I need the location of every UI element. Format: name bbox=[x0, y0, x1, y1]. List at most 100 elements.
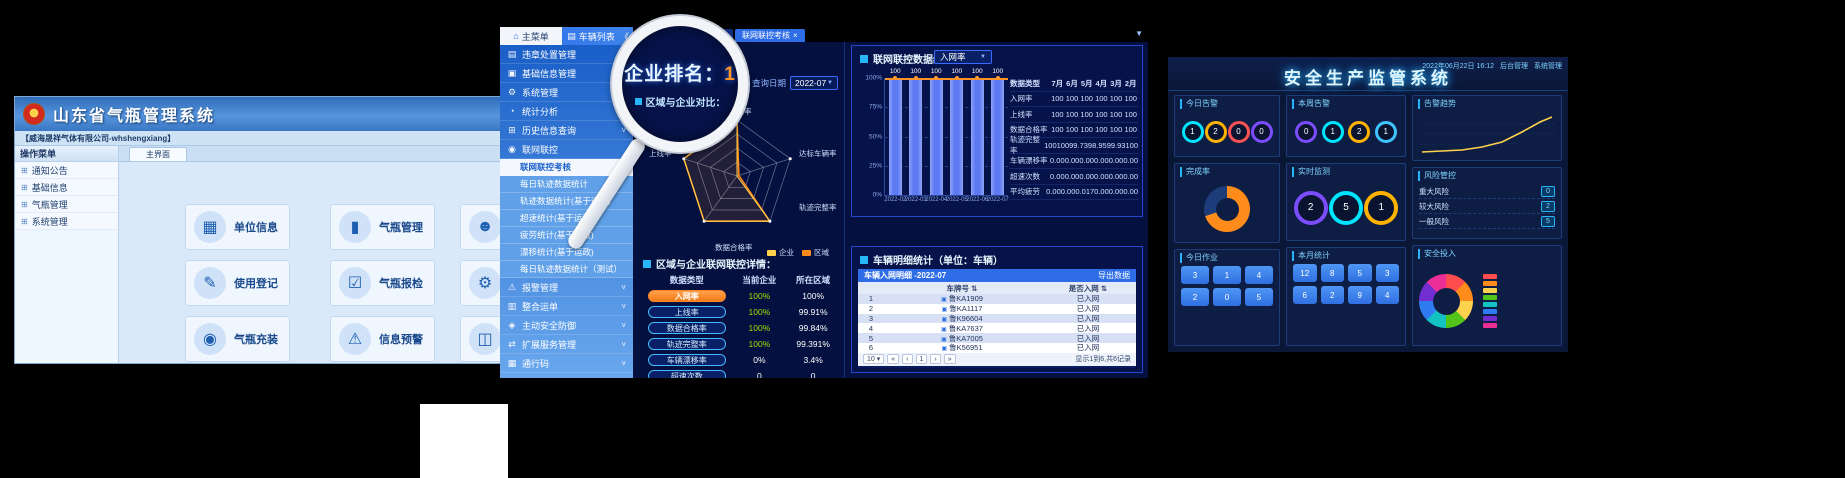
fill-icon: ◉ bbox=[194, 323, 226, 355]
sidebar-item-报警管理[interactable]: ⚠报警管理˅ bbox=[500, 278, 633, 297]
x-tick: 2022-05 bbox=[946, 197, 968, 203]
submenu-item-疲劳统计(基于运政)[interactable]: 疲劳统计(基于运政) bbox=[500, 227, 633, 244]
expand-plus-icon[interactable]: ⊞ bbox=[21, 166, 28, 175]
tab-main-screen[interactable]: 主界面 bbox=[129, 147, 187, 161]
first-page-button[interactable]: « bbox=[887, 354, 899, 364]
tile-气瓶充装[interactable]: ◉气瓶充装 bbox=[185, 316, 290, 362]
metric-pill-车辆漂移率[interactable]: 车辆漂移率 bbox=[648, 354, 726, 366]
kpi-chip[interactable]: 6 bbox=[1293, 286, 1317, 304]
sidebar-item-违章处置管理[interactable]: ▤违章处置管理˅ bbox=[500, 45, 633, 64]
expand-plus-icon[interactable]: ⊞ bbox=[21, 217, 28, 226]
kpi-chip[interactable]: 8 bbox=[1321, 264, 1345, 282]
y-tick: 50% bbox=[862, 133, 882, 140]
panel-vehicle-detail: 车辆明细统计（单位：车辆） 车辆入网明细 -2022-07 导出数据 车牌号 ⇅… bbox=[851, 246, 1143, 373]
sidebar-item-联网联控[interactable]: ◉联网联控 bbox=[500, 140, 633, 159]
submenu-item-漂移统计(基于运政)[interactable]: 漂移统计(基于运政) bbox=[500, 244, 633, 261]
kpi-chip[interactable]: 2 bbox=[1321, 286, 1345, 304]
sidebar-item-主动安全防御[interactable]: ◈主动安全防御˅ bbox=[500, 316, 633, 335]
kpi-chip[interactable]: 9 bbox=[1348, 286, 1372, 304]
bar-value-label: 100 bbox=[910, 68, 921, 75]
metric-pill-入网率[interactable]: 入网率 bbox=[648, 290, 726, 302]
kpi-chip[interactable]: 1 bbox=[1213, 266, 1241, 284]
tile-cut-0[interactable]: ☻ bbox=[460, 204, 503, 250]
tile-cut-1[interactable]: ⚙ bbox=[460, 260, 503, 306]
expand-plus-icon[interactable]: ⊞ bbox=[21, 183, 28, 192]
right-panel-title: 告警趋势 bbox=[1418, 99, 1456, 109]
tab-main-menu[interactable]: ⌂ 主菜单 bbox=[500, 27, 562, 45]
left-app-tabstrip: 主界面 bbox=[119, 146, 502, 162]
next-page-button[interactable]: › bbox=[930, 354, 940, 364]
metric-pill-超速次数[interactable]: 超速次数 bbox=[648, 370, 726, 378]
plate-number: 鲁K96604 bbox=[949, 314, 982, 323]
expand-plus-icon[interactable]: ⊞ bbox=[21, 200, 28, 209]
kpi-chip[interactable]: 4 bbox=[1245, 266, 1273, 284]
prev-page-button[interactable]: ‹ bbox=[902, 354, 912, 364]
tile-信息预警[interactable]: ⚠信息预警 bbox=[330, 316, 435, 362]
kpi-chip[interactable]: 5 bbox=[1245, 288, 1273, 306]
month-header-row: 数据类型7月6月5月4月3月2月 bbox=[1010, 76, 1138, 92]
column-plate[interactable]: 车牌号 ⇅ bbox=[884, 283, 1040, 294]
chevron-down-icon: ▼ bbox=[827, 80, 833, 86]
kpi-chip[interactable]: 12 bbox=[1293, 264, 1317, 282]
company-value: 0% bbox=[733, 355, 787, 365]
x-tick: 2022-02 bbox=[884, 197, 906, 203]
right-app-grid: 今日告警1200完成率今日作业314205 本周告警0121实时监测251本月统… bbox=[1174, 95, 1562, 346]
plate-number: 鲁K56951 bbox=[949, 343, 982, 352]
bar-2022-07 bbox=[991, 78, 1004, 195]
stats-metric-dropdown[interactable]: 入网率 ▼ bbox=[934, 50, 992, 64]
sidebar-item-资料库[interactable]: ⌂资料库 bbox=[500, 373, 633, 378]
column-status[interactable]: 是否入网 ⇅ bbox=[1040, 283, 1136, 294]
completion-donut bbox=[1204, 186, 1250, 232]
left-sidebar-item-2[interactable]: ⊞气瓶管理 bbox=[15, 196, 118, 213]
vehicle-row-6[interactable]: 6▣鲁K56951已入网 bbox=[858, 343, 1136, 353]
plate-number: 鲁KA1117 bbox=[949, 304, 982, 313]
submenu-item-超速统计(基于运政)[interactable]: 超速统计(基于运政) bbox=[500, 210, 633, 227]
sidebar-item-统计分析[interactable]: ◔统计分析˅ bbox=[500, 102, 633, 121]
kpi-chip[interactable]: 5 bbox=[1348, 264, 1372, 282]
tile-气瓶管理[interactable]: ▮气瓶管理 bbox=[330, 204, 435, 250]
metric-pill-轨迹完整率[interactable]: 轨迹完整率 bbox=[648, 338, 726, 350]
kpi-chip[interactable]: 2 bbox=[1181, 288, 1209, 306]
page-size-select[interactable]: 10 ▾ bbox=[863, 354, 884, 364]
close-tab-icon[interactable]: × bbox=[793, 31, 798, 40]
left-sidebar-item-1[interactable]: ⊞基础信息 bbox=[15, 179, 118, 196]
query-date-dropdown[interactable]: 2022-07 ▼ bbox=[790, 76, 838, 90]
left-sidebar-item-0[interactable]: ⊞通知公告 bbox=[15, 162, 118, 179]
kpi-chip[interactable]: 0 bbox=[1213, 288, 1241, 306]
kpi-chip[interactable]: 4 bbox=[1376, 286, 1400, 304]
sidebar-item-历史信息查询[interactable]: ⊞历史信息查询˅ bbox=[500, 121, 633, 140]
tab-vehicle-list[interactable]: ▤ 车辆列表 bbox=[562, 27, 620, 45]
sidebar-item-整合运单[interactable]: ▥整合运单˅ bbox=[500, 297, 633, 316]
legend-swatch bbox=[1483, 274, 1497, 279]
tile-使用登记[interactable]: ✎使用登记 bbox=[185, 260, 290, 306]
metric-pill-上线率[interactable]: 上线率 bbox=[648, 306, 726, 318]
tile-单位信息[interactable]: ▦单位信息 bbox=[185, 204, 290, 250]
system-link[interactable]: 系统管理 bbox=[1534, 61, 1562, 71]
vehicle-rows: 1▣鲁KA1909已入网2▣鲁KA1117已入网3▣鲁K96604已入网4▣鲁K… bbox=[858, 294, 1136, 353]
submenu-item-每日轨迹数据统计（测试）[interactable]: 每日轨迹数据统计（测试） bbox=[500, 261, 633, 278]
last-page-button[interactable]: » bbox=[944, 354, 956, 364]
export-data-button[interactable]: 导出数据 bbox=[1098, 270, 1130, 281]
left-app-title: 山东省气瓶管理系统 bbox=[53, 102, 215, 126]
tabstrip-caret-icon[interactable]: ▼ bbox=[1135, 29, 1148, 42]
content-tab-联网联控考核[interactable]: 联网联控考核× bbox=[735, 29, 805, 42]
tile-cut-2[interactable]: ◫ bbox=[460, 316, 503, 362]
menu-label: 违章处置管理 bbox=[522, 48, 576, 61]
right-panel-今日告警: 今日告警1200 bbox=[1174, 95, 1280, 157]
stat-ring: 0 bbox=[1251, 121, 1273, 143]
company-value: 100% bbox=[733, 307, 787, 317]
kpi-chip[interactable]: 3 bbox=[1376, 264, 1400, 282]
legend-swatch bbox=[802, 250, 811, 256]
detail-row-车辆漂移率: 车辆漂移率0%3.4% bbox=[641, 352, 840, 368]
vehicle-icon: ▣ bbox=[941, 346, 947, 352]
kpi-chip[interactable]: 3 bbox=[1181, 266, 1209, 284]
sidebar-item-通行码[interactable]: ▦通行码˅ bbox=[500, 354, 633, 373]
page-number-input[interactable]: 1 bbox=[916, 354, 928, 364]
risk-count: 5 bbox=[1541, 216, 1555, 227]
metric-pill-数据合格率[interactable]: 数据合格率 bbox=[648, 322, 726, 334]
tile-气瓶报检[interactable]: ☑气瓶报检 bbox=[330, 260, 435, 306]
sidebar-item-扩展服务管理[interactable]: ⇄扩展服务管理˅ bbox=[500, 335, 633, 354]
menu-icon: ▣ bbox=[507, 68, 517, 79]
admin-link[interactable]: 后台管理 bbox=[1500, 61, 1528, 71]
left-sidebar-item-3[interactable]: ⊞系统管理 bbox=[15, 213, 118, 230]
